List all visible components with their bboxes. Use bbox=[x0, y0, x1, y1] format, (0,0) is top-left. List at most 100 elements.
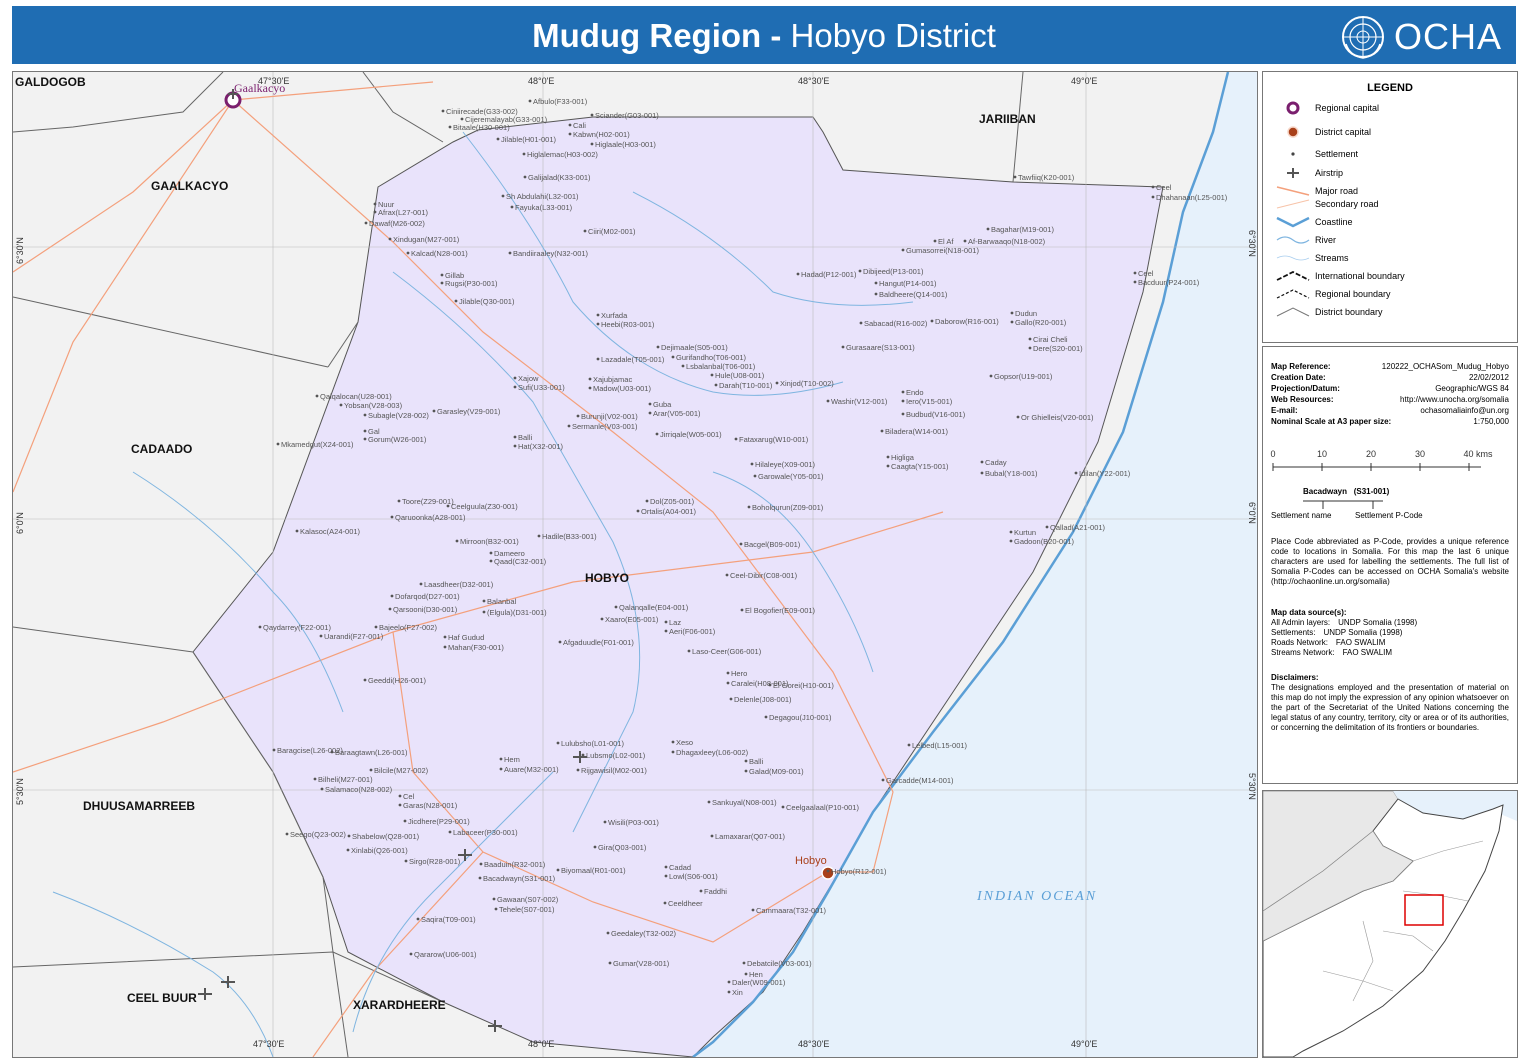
settlement-label[interactable]: Daborow(R16-001) bbox=[935, 317, 999, 326]
settlement-label[interactable]: Jilable(Q30-001) bbox=[459, 297, 515, 306]
settlement-label[interactable]: Xindugan(M27-001) bbox=[393, 235, 460, 244]
settlement-label[interactable]: Bandiiraaley(N32-001) bbox=[513, 249, 589, 258]
settlement-label[interactable]: Kabwn(H02-001) bbox=[573, 130, 630, 139]
settlement-label[interactable]: Afgaduudle(F01-001) bbox=[563, 638, 634, 647]
settlement-label[interactable]: Fataxarug(W10-001) bbox=[739, 435, 809, 444]
settlement-label[interactable]: Bitaale(H30-001) bbox=[453, 123, 510, 132]
settlement-label[interactable]: Degagou(J10-001) bbox=[769, 713, 832, 722]
settlement-label[interactable]: Lamaxarar(Q07-001) bbox=[715, 832, 786, 841]
settlement-label[interactable]: Bilheli(M27-001) bbox=[318, 775, 373, 784]
settlement-label[interactable]: (Elgula)(D31-001) bbox=[487, 608, 547, 617]
settlement-label[interactable]: Gadoon(B20-001) bbox=[1014, 537, 1075, 546]
settlement-label[interactable]: Heebi(R03-001) bbox=[601, 320, 655, 329]
settlement-label[interactable]: Haf Gudud bbox=[448, 633, 484, 642]
settlement-label[interactable]: Labaceer(P30-001) bbox=[453, 828, 518, 837]
settlement-label[interactable]: Qararow(U06-001) bbox=[414, 950, 477, 959]
settlement-label[interactable]: Higlaale(H03-001) bbox=[595, 140, 656, 149]
settlement-label[interactable]: Bagahar(M19-001) bbox=[991, 225, 1054, 234]
settlement-label[interactable]: Qarsooni(D30-001) bbox=[393, 605, 458, 614]
settlement-label[interactable]: Bacgel(B09-001) bbox=[744, 540, 801, 549]
settlement-label[interactable]: Dawaf(M26-002) bbox=[369, 219, 425, 228]
settlement-label[interactable]: Mahan(F30-001) bbox=[448, 643, 504, 652]
settlement-label[interactable]: Baragcise(L26-002) bbox=[277, 746, 343, 755]
settlement-label[interactable]: Dofarqod(D27-001) bbox=[395, 592, 460, 601]
settlement-label[interactable]: Burunji(V02-001) bbox=[581, 412, 638, 421]
settlement-label[interactable]: Wisili(P03-001) bbox=[608, 818, 659, 827]
settlement-label[interactable]: Caagta(Y15-001) bbox=[891, 462, 949, 471]
settlement-label[interactable]: Hat(X32-001) bbox=[518, 442, 564, 451]
settlement-label[interactable]: Gallo(R20-001) bbox=[1015, 318, 1067, 327]
settlement-label[interactable]: Gurasaare(S13-001) bbox=[846, 343, 915, 352]
settlement-label[interactable]: Hilaleye(X09-001) bbox=[755, 460, 816, 469]
settlement-label[interactable]: Hadile(B33-001) bbox=[542, 532, 597, 541]
settlement-label[interactable]: Budbud(V16-001) bbox=[906, 410, 966, 419]
settlement-label[interactable]: Tawfiiq(K20-001) bbox=[1018, 173, 1075, 182]
settlement-label[interactable]: Xeso bbox=[676, 738, 693, 747]
settlement-label[interactable]: Gira(Q03-001) bbox=[598, 843, 647, 852]
settlement-label[interactable]: Afrax(L27-001) bbox=[378, 208, 429, 217]
settlement-label[interactable]: Uarandi(F27-001) bbox=[324, 632, 384, 641]
settlement-label[interactable]: Delenle(J08-001) bbox=[734, 695, 792, 704]
settlement-label[interactable]: Garcadde(M14-001) bbox=[886, 776, 954, 785]
settlement-label[interactable]: Dhagaxleey(L06-002) bbox=[676, 748, 749, 757]
settlement-label[interactable]: Baldheere(Q14-001) bbox=[879, 290, 948, 299]
settlement-label[interactable]: Xajubjamac bbox=[593, 375, 632, 384]
settlement-label[interactable]: Dol(Z05-001) bbox=[650, 497, 695, 506]
settlement-label[interactable]: Hem bbox=[504, 755, 520, 764]
settlement-label[interactable]: Washir(V12-001) bbox=[831, 397, 888, 406]
settlement-label[interactable]: Arar(V05-001) bbox=[653, 409, 701, 418]
settlement-label[interactable]: Aeri(F06-001) bbox=[669, 627, 716, 636]
settlement-label[interactable]: Qaad(C32-001) bbox=[494, 557, 547, 566]
settlement-label[interactable]: Gopsor(U19-001) bbox=[994, 372, 1053, 381]
settlement-label[interactable]: Bilcile(M27-002) bbox=[374, 766, 429, 775]
settlement-label[interactable]: El Bogofier(E09-001) bbox=[745, 606, 816, 615]
settlement-label[interactable]: Sirgo(R28-001) bbox=[409, 857, 461, 866]
settlement-label[interactable]: Biladera(W14-001) bbox=[885, 427, 948, 436]
settlement-label[interactable]: Mirroon(B32-001) bbox=[460, 537, 519, 546]
settlement-label[interactable]: Higliga bbox=[891, 453, 915, 462]
settlement-label[interactable]: Ceelguula(Z30-001) bbox=[451, 502, 518, 511]
settlement-label[interactable]: Ortalis(A04-001) bbox=[641, 507, 697, 516]
settlement-label[interactable]: Subagle(V28-002) bbox=[368, 411, 429, 420]
settlement-label[interactable]: Lowl(S06-001) bbox=[669, 872, 718, 881]
settlement-label[interactable]: Mkamedgut(X24-001) bbox=[281, 440, 354, 449]
settlement-label[interactable]: Saqira(T09-001) bbox=[421, 915, 476, 924]
settlement-label[interactable]: Bacduur(P24-001) bbox=[1138, 278, 1200, 287]
settlement-label[interactable]: Faddhi bbox=[704, 887, 727, 896]
main-map[interactable]: Afbulo(F33-001) Ciniirecade(G33-002) Cijer… bbox=[12, 71, 1258, 1058]
settlement-label[interactable]: Ceelgaalaal(P10-001) bbox=[786, 803, 859, 812]
settlement-label[interactable]: Sufi(U33-001) bbox=[518, 383, 565, 392]
settlement-label[interactable]: Ceel bbox=[1156, 183, 1172, 192]
settlement-label[interactable]: Debatcile(V03-001) bbox=[747, 959, 812, 968]
settlement-label[interactable]: Ceeldheer bbox=[668, 899, 703, 908]
settlement-label[interactable]: Seego(Q23-002) bbox=[290, 830, 346, 839]
settlement-label[interactable]: Biyomaal(R01-001) bbox=[561, 866, 626, 875]
settlement-label[interactable]: El Af bbox=[938, 237, 954, 246]
settlement-label[interactable]: Fayuka(L33-001) bbox=[515, 203, 573, 212]
settlement-label[interactable]: Lulubsho(L01-001) bbox=[561, 739, 624, 748]
settlement-label[interactable]: Madow(U03-001) bbox=[593, 384, 651, 393]
settlement-label[interactable]: Galijalad(K33-001) bbox=[528, 173, 591, 182]
settlement-label[interactable]: Qalanqalle(E04-001) bbox=[619, 603, 689, 612]
settlement-label[interactable]: Auare(M32-001) bbox=[504, 765, 559, 774]
settlement-label[interactable]: Sermanle(V03-001) bbox=[572, 422, 638, 431]
settlement-label[interactable]: Gumar(V28-001) bbox=[613, 959, 670, 968]
settlement-label[interactable]: Dudun bbox=[1015, 309, 1037, 318]
settlement-label[interactable]: Sabacad(R16-002) bbox=[864, 319, 928, 328]
settlement-label[interactable]: Kurtun bbox=[1014, 528, 1036, 537]
settlement-label[interactable]: Hero bbox=[731, 669, 747, 678]
settlement-label[interactable]: Rijgawisil(M02-001) bbox=[581, 766, 647, 775]
settlement-label[interactable]: Lelbed(L15-001) bbox=[912, 741, 968, 750]
settlement-label[interactable]: Cali bbox=[573, 121, 586, 130]
settlement-label[interactable]: Endo bbox=[906, 388, 924, 397]
settlement-label[interactable]: Yobsan(V28-003) bbox=[344, 401, 403, 410]
settlement-label[interactable]: Af-Barwaaqo(N18-002) bbox=[968, 237, 1046, 246]
settlement-label[interactable]: Balli bbox=[518, 433, 533, 442]
settlement-label[interactable]: Salamaco(N28-002) bbox=[325, 785, 393, 794]
settlement-label[interactable]: Shabelow(Q28-001) bbox=[352, 832, 420, 841]
settlement-label[interactable]: Daler(W09-001) bbox=[732, 978, 786, 987]
settlement-label[interactable]: Geeddi(H26-001) bbox=[368, 676, 426, 685]
settlement-label[interactable]: Garas(N28-001) bbox=[403, 801, 458, 810]
settlement-label[interactable]: Guba bbox=[653, 400, 672, 409]
settlement-label[interactable]: Sankuyal(N08-001) bbox=[712, 798, 777, 807]
